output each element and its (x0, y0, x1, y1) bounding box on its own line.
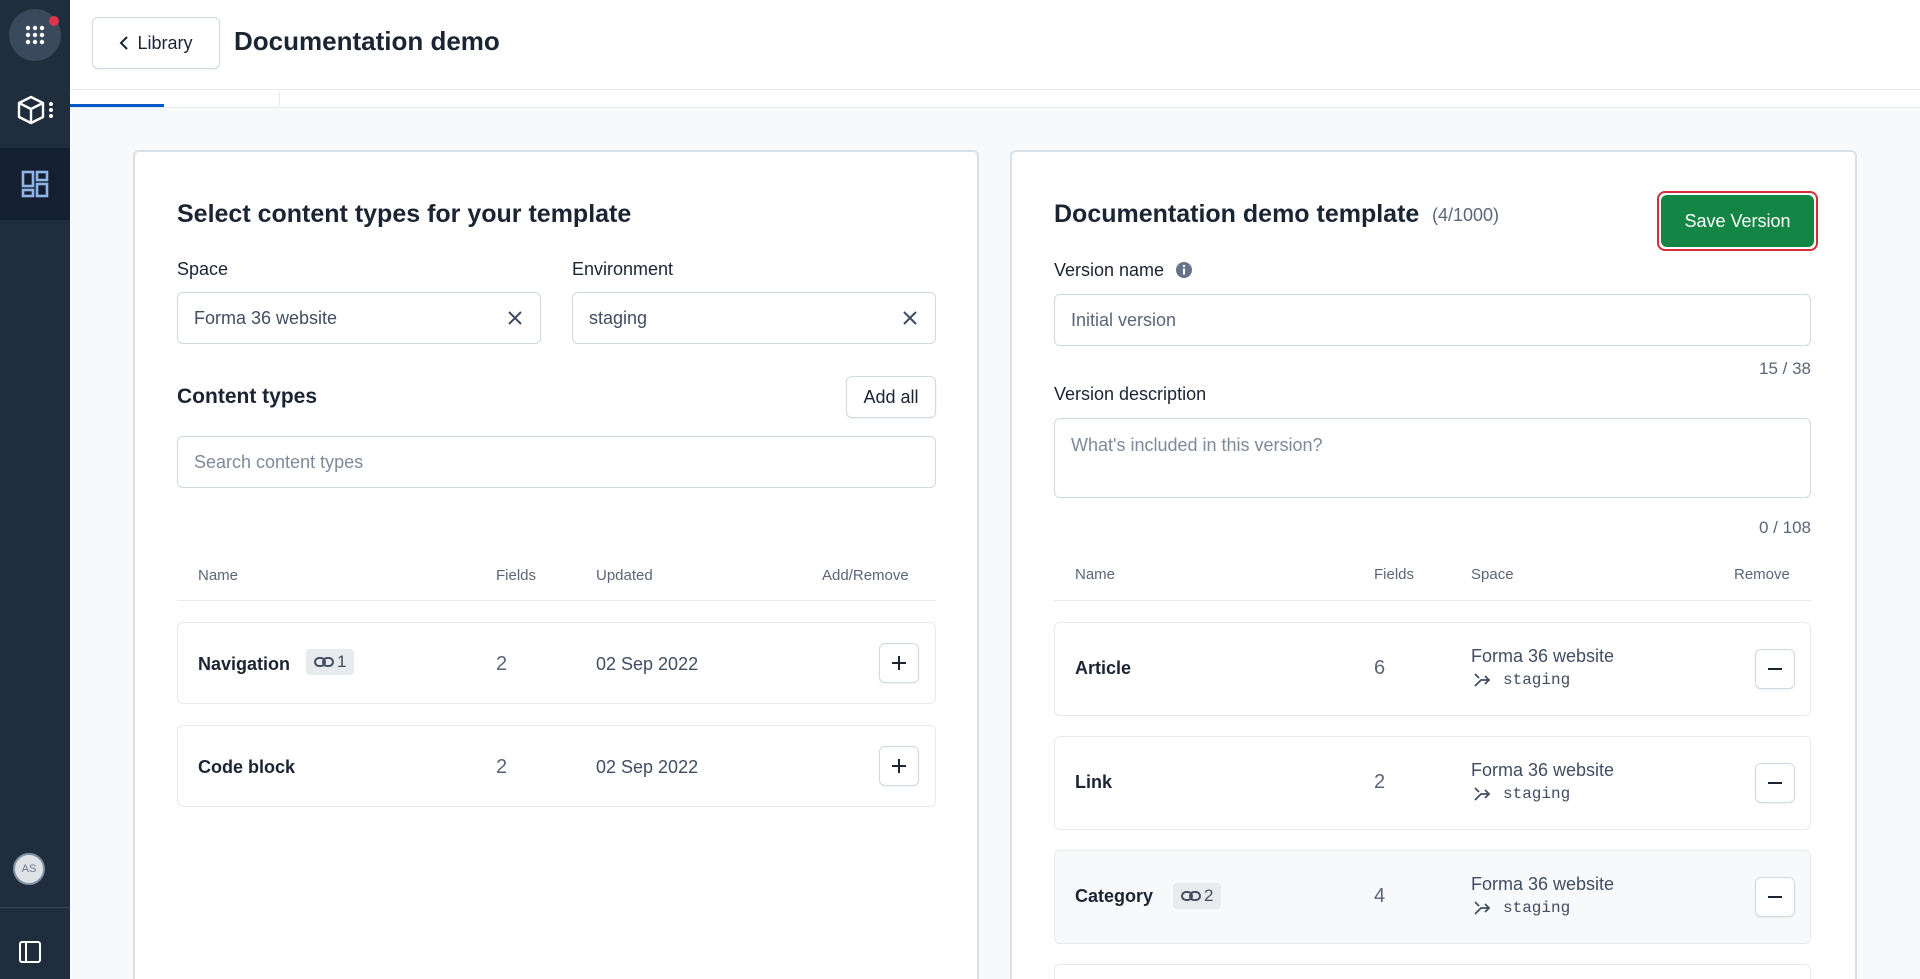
row-fields-count: 4 (1374, 885, 1386, 907)
row-environment: staging (1473, 899, 1570, 917)
chevron-left-icon (120, 36, 129, 50)
save-version-focus-ring: Save Version (1657, 191, 1818, 251)
tab-bar (70, 90, 1920, 108)
row-space-name: Forma 36 website (1471, 760, 1615, 780)
search-input[interactable]: Search content types (177, 436, 936, 488)
minus-icon (1768, 782, 1782, 784)
sidebar-divider (0, 907, 70, 908)
column-header-fields: Fields (496, 567, 537, 584)
table-row (1054, 964, 1811, 979)
space-label: Space (177, 259, 229, 279)
plus-icon (892, 656, 906, 670)
row-space-name: Forma 36 website (1471, 874, 1615, 894)
back-to-library-button[interactable]: Library (92, 17, 220, 69)
table-row: Code block 2 02 Sep 2022 (177, 725, 936, 807)
row-name: Link (1075, 772, 1113, 792)
row-updated-date: 02 Sep 2022 (596, 654, 699, 674)
header: Library Documentation demo (70, 0, 1920, 90)
panel-toggle-icon (19, 941, 41, 963)
avatar[interactable]: AS (13, 853, 45, 885)
version-description-label: Version description (1054, 384, 1207, 404)
sidebar-collapse-button[interactable] (18, 940, 42, 969)
remove-button[interactable] (1755, 877, 1795, 917)
link-icon (1181, 891, 1201, 901)
template-heading: Documentation demo template (1054, 200, 1420, 228)
info-icon[interactable] (1175, 261, 1193, 279)
row-fields-count: 2 (496, 653, 508, 675)
column-header-name: Name (198, 567, 239, 584)
content-types-heading: Content types (177, 385, 318, 408)
minus-icon (1768, 896, 1782, 898)
tab-divider (279, 92, 280, 106)
row-name: Article (1075, 658, 1132, 678)
sidebar-item-dashboard[interactable] (0, 148, 70, 220)
reference-badge: 2 (1173, 883, 1222, 909)
add-button[interactable] (879, 643, 919, 683)
plus-icon (892, 759, 906, 773)
panel-heading: Select content types for your template (177, 200, 632, 228)
row-space-name: Forma 36 website (1471, 646, 1615, 666)
clear-icon[interactable] (504, 307, 526, 329)
column-header-space: Space (1471, 566, 1514, 583)
sidebar-item-content-model[interactable] (0, 75, 70, 147)
template-count: (4/1000) (1432, 205, 1500, 225)
column-header-name: Name (1075, 566, 1116, 583)
column-header-updated: Updated (596, 567, 653, 584)
table-row: Link 2 Forma 36 website staging (1054, 736, 1811, 830)
table-row: Navigation 1 2 02 Sep 2022 (177, 622, 936, 704)
environment-branch-icon (1474, 673, 1491, 687)
minus-icon (1768, 668, 1782, 670)
row-environment: staging (1473, 785, 1570, 803)
dashboard-icon (21, 170, 49, 198)
page-title: Documentation demo (234, 26, 500, 56)
reference-badge: 1 (306, 649, 355, 675)
version-description-textarea[interactable]: What's included in this version? (1054, 418, 1811, 498)
save-version-button[interactable]: Save Version (1661, 195, 1814, 247)
version-name-label: Version name (1054, 260, 1165, 280)
environment-select[interactable]: staging (572, 292, 936, 344)
row-environment: staging (1473, 671, 1570, 689)
table-header-divider (1054, 600, 1811, 601)
row-name: Category (1075, 886, 1154, 906)
remove-button[interactable] (1755, 763, 1795, 803)
link-icon (314, 657, 334, 667)
space-select[interactable]: Forma 36 website (177, 292, 541, 344)
column-header-remove: Remove (1734, 566, 1790, 583)
column-header-add-remove: Add/Remove (822, 567, 909, 584)
clear-icon[interactable] (899, 307, 921, 329)
notification-dot (49, 16, 59, 26)
row-fields-count: 2 (496, 756, 508, 778)
row-fields-count: 6 (1374, 657, 1386, 679)
back-button-label: Library (137, 32, 193, 53)
table-row: Category 2 4 Forma 36 website staging (1054, 850, 1811, 944)
add-all-button[interactable]: Add all (846, 376, 936, 418)
table-header-divider (177, 600, 936, 601)
template-panel: Documentation demo template (4/1000) Sav… (1010, 150, 1857, 979)
row-updated-date: 02 Sep 2022 (596, 757, 699, 777)
version-name-counter: 15 / 38 (1759, 359, 1811, 378)
environment-branch-icon (1474, 787, 1491, 801)
remove-button[interactable] (1755, 649, 1795, 689)
environment-label: Environment (572, 259, 674, 279)
row-name: Navigation (198, 654, 291, 674)
column-header-fields: Fields (1374, 566, 1415, 583)
environment-branch-icon (1474, 901, 1491, 915)
version-name-input[interactable]: Initial version (1054, 294, 1811, 346)
cube-icon (17, 95, 53, 125)
apps-menu-button[interactable] (4, 3, 66, 67)
content-type-selector-panel: Select content types for your template S… (133, 150, 979, 979)
active-tab-indicator (70, 104, 164, 107)
table-row: Article 6 Forma 36 website staging (1054, 622, 1811, 716)
add-button[interactable] (879, 746, 919, 786)
grid-icon (25, 25, 45, 45)
version-description-counter: 0 / 108 (1759, 518, 1811, 537)
row-name: Code block (198, 757, 296, 777)
row-fields-count: 2 (1374, 771, 1386, 793)
sidebar: AS (0, 0, 70, 979)
